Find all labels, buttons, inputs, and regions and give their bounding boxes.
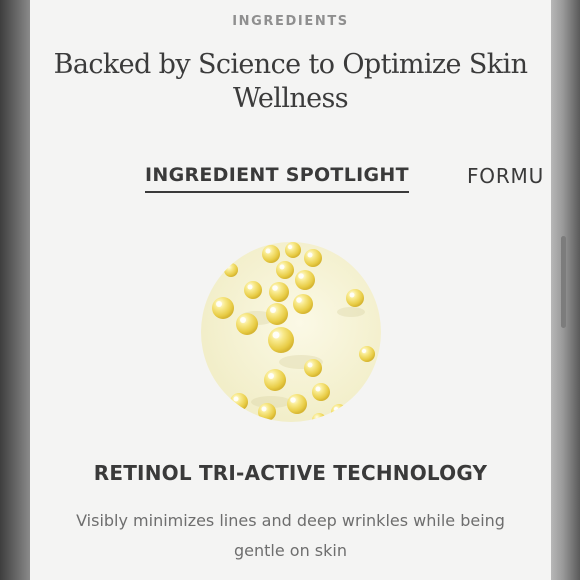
backdrop-left xyxy=(0,0,30,580)
tab-ingredient-spotlight[interactable]: INGREDIENT SPOTLIGHT xyxy=(145,164,409,193)
spotlight-description: Visibly minimizes lines and deep wrinkle… xyxy=(76,511,505,560)
tab-formulation[interactable]: FORMU xyxy=(467,164,544,188)
retinol-beads-icon xyxy=(201,242,381,422)
section-eyebrow: INGREDIENTS xyxy=(232,14,349,29)
spotlight-title: RETINOL TRI-ACTIVE TECHNOLOGY xyxy=(93,461,488,485)
section-headline: Backed by Science to Optimize Skin Welln… xyxy=(53,49,528,114)
scrollbar-thumb[interactable] xyxy=(561,236,566,328)
ingredients-section: INGREDIENTS Backed by Science to Optimiz… xyxy=(30,0,551,580)
ingredient-tabs: INGREDIENT SPOTLIGHT FORMU xyxy=(30,160,551,200)
